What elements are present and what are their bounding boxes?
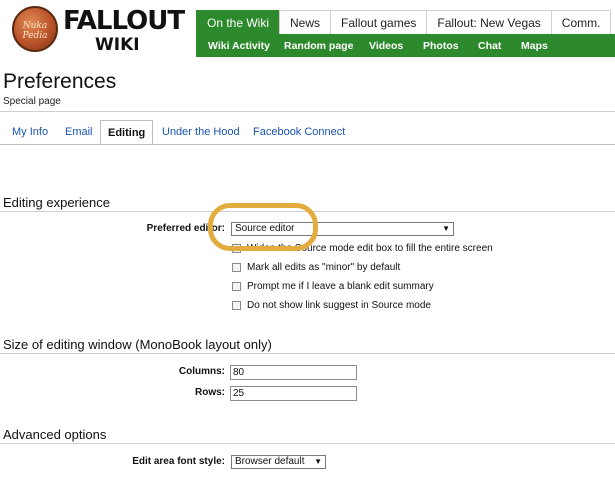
tab-fallout-new-vegas[interactable]: Fallout: New Vegas (426, 10, 552, 34)
sub-nav-maps[interactable]: Maps (521, 40, 548, 52)
tab-my-info[interactable]: My Info (12, 120, 48, 144)
wiki-title[interactable]: FALLOUT (63, 8, 185, 34)
rows-label: Rows: (195, 387, 225, 398)
tab-under-the-hood[interactable]: Under the Hood (162, 120, 240, 144)
sub-nav-videos[interactable]: Videos (369, 40, 423, 52)
tabs-divider (0, 144, 615, 145)
logo-text: Nuka Pedia (22, 21, 48, 41)
font-style-value: Browser default (235, 456, 305, 467)
tab-editing[interactable]: Editing (100, 120, 154, 145)
sub-nav: Wiki Activity Random page Videos Photos … (196, 34, 615, 57)
option-minor-default[interactable]: Mark all edits as "minor" by default (232, 260, 400, 274)
sub-nav-photos[interactable]: Photos (423, 40, 478, 52)
section-editing-experience-title: Editing experience (3, 195, 110, 210)
tab-facebook-connect[interactable]: Facebook Connect (253, 120, 345, 144)
section-divider (0, 211, 615, 212)
section-divider (0, 353, 615, 354)
sub-nav-random-page[interactable]: Random page (284, 40, 369, 52)
dropdown-arrow-icon: ▼ (442, 224, 450, 233)
option-label: Do not show link suggest in Source mode (247, 299, 431, 311)
tab-news[interactable]: News (279, 10, 332, 34)
rows-input[interactable]: 25 (230, 386, 357, 401)
tab-email[interactable]: Email (65, 120, 93, 144)
sub-nav-wiki-activity[interactable]: Wiki Activity (208, 40, 284, 52)
font-style-select[interactable]: Browser default ▼ (231, 455, 326, 469)
preferences-tabs: My Info Email Editing Under the Hood Fac… (0, 120, 615, 145)
checkbox[interactable] (232, 281, 241, 291)
divider (0, 111, 615, 112)
preferred-editor-label: Preferred editor: (146, 223, 225, 234)
columns-label: Columns: (178, 366, 225, 377)
tab-on-the-wiki[interactable]: On the Wiki (196, 10, 281, 34)
section-editing-window-title: Size of editing window (MonoBook layout … (3, 337, 272, 352)
dropdown-arrow-icon: ▼ (314, 457, 322, 466)
checkbox[interactable] (232, 300, 241, 310)
nuka-pedia-logo[interactable]: Nuka Pedia (12, 6, 58, 52)
option-label: Mark all edits as "minor" by default (247, 261, 401, 273)
checkbox[interactable] (232, 262, 241, 272)
site-header: Nuka Pedia FALLOUT WIKI On the Wiki News… (0, 0, 615, 62)
columns-input[interactable]: 80 (230, 365, 357, 380)
option-label: Prompt me if I leave a blank edit summar… (247, 280, 434, 292)
option-no-link-suggest[interactable]: Do not show link suggest in Source mode (232, 298, 431, 312)
option-widen-editbox[interactable]: Widen the Source mode edit box to fill t… (232, 241, 493, 255)
page-subtitle: Special page (3, 96, 61, 107)
wiki-subtitle[interactable]: WIKI (95, 36, 140, 54)
sub-nav-chat[interactable]: Chat (478, 40, 521, 52)
page-title: Preferences (3, 70, 117, 93)
section-advanced-title: Advanced options (3, 427, 107, 442)
preferred-editor-select[interactable]: Source editor ▼ (231, 222, 454, 236)
tab-fallout-games[interactable]: Fallout games (330, 10, 428, 34)
tab-community[interactable]: Comm. (550, 10, 612, 34)
section-divider (0, 443, 615, 444)
option-blank-summary-prompt[interactable]: Prompt me if I leave a blank edit summar… (232, 279, 434, 293)
preferred-editor-value: Source editor (235, 223, 295, 234)
option-label: Widen the Source mode edit box to fill t… (247, 242, 493, 254)
checkbox[interactable] (232, 243, 241, 253)
font-style-label: Edit area font style: (132, 456, 225, 467)
top-nav: On the Wiki News Fallout games Fallout: … (196, 10, 615, 34)
